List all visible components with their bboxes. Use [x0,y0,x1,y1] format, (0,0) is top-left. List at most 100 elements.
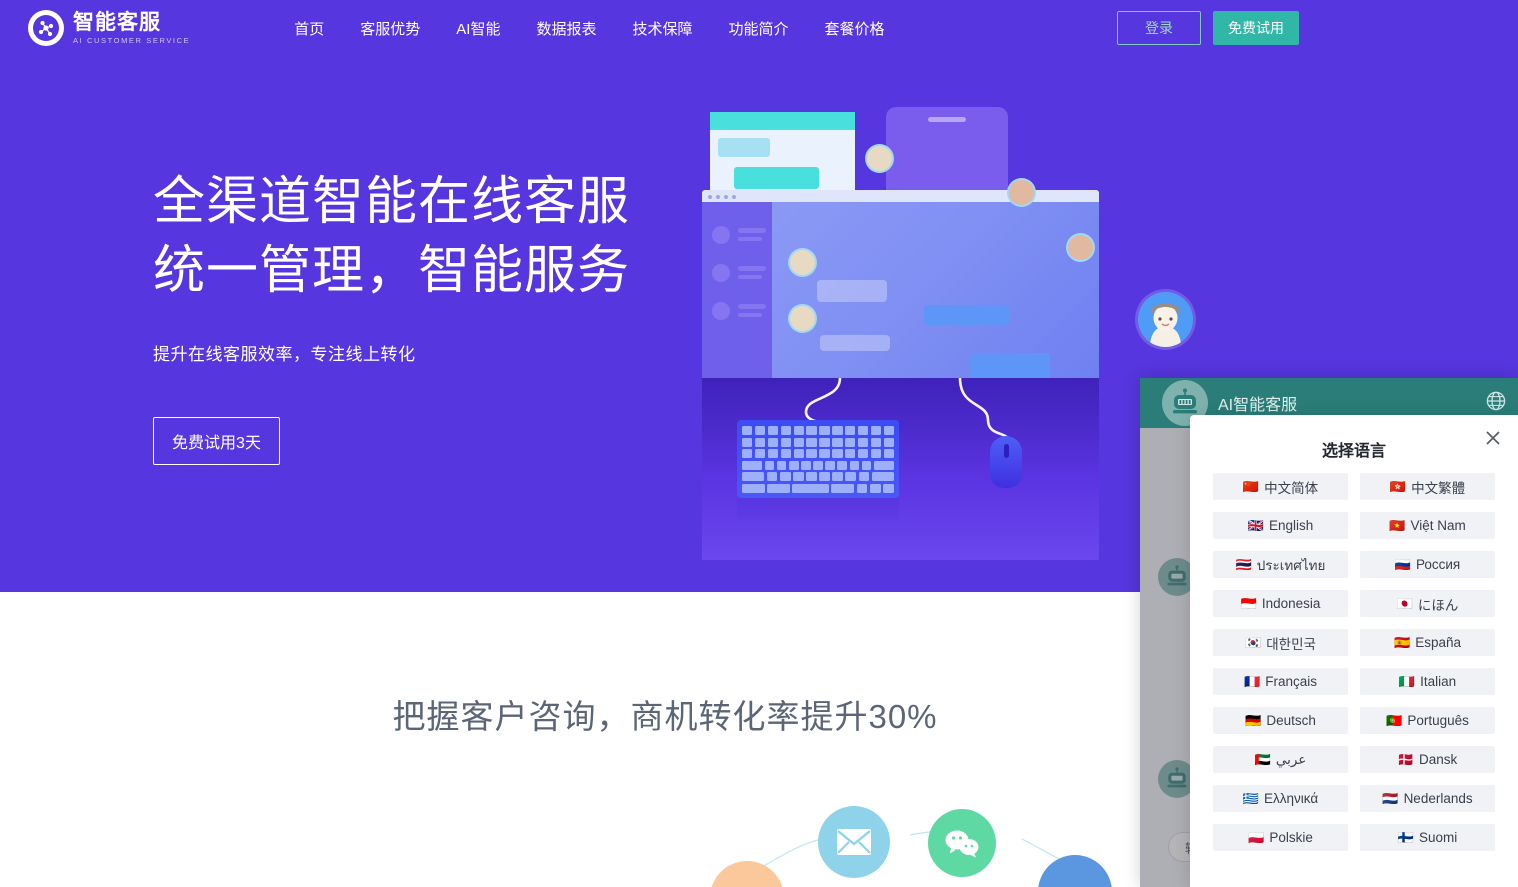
language-option[interactable]: 🇮🇹 Italian [1360,668,1495,695]
channel-email[interactable] [818,806,890,878]
page-root: 智能客服 AI CUSTOMER SERVICE 首页 客服优势 AI智能 数据… [0,0,1518,887]
mouse-wheel [1003,444,1009,458]
phone-notch [928,117,966,122]
close-icon[interactable] [1482,427,1504,449]
language-option-label: Italian [1420,674,1457,689]
free-trial-button[interactable]: 免费试用 [1213,11,1299,45]
contact-avatar-icon [712,302,730,320]
language-option-label: España [1415,635,1461,650]
language-option[interactable]: 🇩🇪 Deutsch [1213,707,1348,734]
flag-icon: 🇮🇩 [1240,596,1257,611]
language-option-label: Dansk [1418,752,1458,767]
hero-copy: 全渠道智能在线客服 统一管理，智能服务 提升在线客服效率，专注线上转化 免费试用… [153,168,631,466]
language-option-label: عربي [1275,751,1307,767]
flag-icon: 🇹🇭 [1235,557,1252,572]
chat-bubble-outgoing [970,353,1050,378]
flag-icon: 🇮🇹 [1398,674,1416,689]
window-dot-icon [724,194,728,199]
keyboard-shadow [737,498,899,524]
language-option[interactable]: 🇪🇸 España [1360,629,1495,656]
ai-robot-logo-icon [28,10,64,46]
language-option-label: Nederlands [1403,791,1473,806]
language-option[interactable]: 🇭🇰 中文繁體 [1360,473,1495,500]
language-option-label: Français [1265,674,1317,689]
flag-icon: 🇫🇷 [1244,674,1261,689]
contact-preview-placeholder [738,275,762,279]
language-option[interactable]: 🇫🇮 Suomi [1360,824,1495,851]
flag-icon: 🇵🇹 [1386,713,1403,728]
language-option-label: Ελληνικά [1264,791,1319,806]
language-option-label: Việt Nam [1410,518,1466,533]
hero-cta-button[interactable]: 免费试用3天 [153,417,280,466]
language-option-label: 中文简体 [1264,480,1319,496]
window-dot-icon [716,194,720,199]
nav-item-ai[interactable]: AI智能 [454,12,502,45]
nav-item-tech[interactable]: 技术保障 [630,12,694,45]
nav-item-features[interactable]: 功能简介 [726,12,790,45]
phone-bubble-left [718,138,770,157]
brand-text: 智能客服 AI CUSTOMER SERVICE [73,12,190,45]
language-option[interactable]: 🇻🇳 Việt Nam [1360,512,1495,539]
flag-icon: 🇬🇧 [1247,518,1264,533]
language-option[interactable]: 🇳🇱 Nederlands [1360,785,1495,812]
hero-heading-line2: 统一管理，智能服务 [153,242,631,301]
language-option-label: Deutsch [1266,713,1316,728]
language-option-label: 中文繁體 [1411,480,1466,496]
section-title: 把握客户咨询，商机转化率提升30% [392,698,938,735]
language-option[interactable]: 🇵🇱 Polskie [1213,824,1348,851]
nav-item-pricing[interactable]: 套餐价格 [823,12,887,45]
language-option[interactable]: 🇩🇰 Dansk [1360,746,1495,773]
language-option[interactable]: 🇹🇭 ประเทศไทย [1213,551,1348,578]
agent-avatar-large-icon [1138,292,1193,347]
language-option-label: Português [1407,713,1469,728]
contact-avatar-icon [712,264,730,282]
chat-widget-title: AI智能客服 [1218,397,1298,414]
flag-icon: 🇪🇸 [1394,635,1411,650]
sidebar-contact-row [712,302,766,320]
nav-item-advantages[interactable]: 客服优势 [358,12,422,45]
desk-area [702,378,1099,560]
nav-item-home[interactable]: 首页 [292,12,326,45]
language-option[interactable]: 🇵🇹 Português [1360,707,1495,734]
phone-bubble-right [734,167,819,189]
sidebar-contact-row [712,264,766,282]
browser-titlebar [702,190,1099,202]
login-button[interactable]: 登录 [1117,11,1201,45]
language-option[interactable]: 🇦🇪 عربي [1213,746,1348,773]
language-option[interactable]: 🇫🇷 Français [1213,668,1348,695]
language-option[interactable]: 🇨🇳 中文简体 [1213,473,1348,500]
language-option[interactable]: 🇮🇩 Indonesia [1213,590,1348,617]
language-option[interactable]: 🇬🇷 Ελληνικά [1213,785,1348,812]
agent-avatar-icon [1009,180,1034,205]
header-actions: 登录 免费试用 [1117,11,1299,45]
language-option-label: Indonesia [1261,596,1321,611]
language-option-label: ประเทศไทย [1256,557,1326,573]
main-navigation: 首页 客服优势 AI智能 数据报表 技术保障 功能简介 套餐价格 [292,12,886,45]
language-option[interactable]: 🇷🇺 Россия [1360,551,1495,578]
flag-icon: 🇯🇵 [1396,596,1413,611]
site-header: 智能客服 AI CUSTOMER SERVICE 首页 客服优势 AI智能 数据… [0,0,1518,56]
language-option-label: English [1268,518,1314,533]
customer-avatar-icon [790,250,815,275]
flag-icon: 🇭🇰 [1389,479,1407,494]
language-option-label: Polskie [1269,830,1313,845]
flag-icon: 🇫🇮 [1397,830,1414,845]
language-option[interactable]: 🇰🇷 대한민국 [1213,629,1348,656]
nav-item-reports[interactable]: 数据报表 [534,12,598,45]
window-dot-icon [732,194,736,199]
language-options-grid: 🇨🇳 中文简体 🇭🇰 中文繁體 🇬🇧 English 🇻🇳 Việt Nam 🇹🇭 ประเทศไ… [1213,473,1495,851]
language-option[interactable]: 🇯🇵 にほん [1360,590,1495,617]
contact-name-placeholder [738,228,766,233]
contact-name-placeholder [738,304,766,309]
hero-subheading: 提升在线客服效率，专注线上转化 [153,345,416,365]
language-panel-title: 选择语言 [1321,443,1386,460]
brand-subtitle: AI CUSTOMER SERVICE [73,35,191,45]
contact-name-placeholder [738,266,766,271]
channel-wechat[interactable] [928,809,996,877]
brand-logo[interactable]: 智能客服 AI CUSTOMER SERVICE [28,10,190,46]
globe-icon[interactable] [1486,391,1506,416]
language-option[interactable]: 🇬🇧 English [1213,512,1348,539]
flag-icon: 🇨🇳 [1242,479,1260,494]
mouse-illustration [990,436,1022,488]
agent-avatar-icon [1068,235,1093,260]
